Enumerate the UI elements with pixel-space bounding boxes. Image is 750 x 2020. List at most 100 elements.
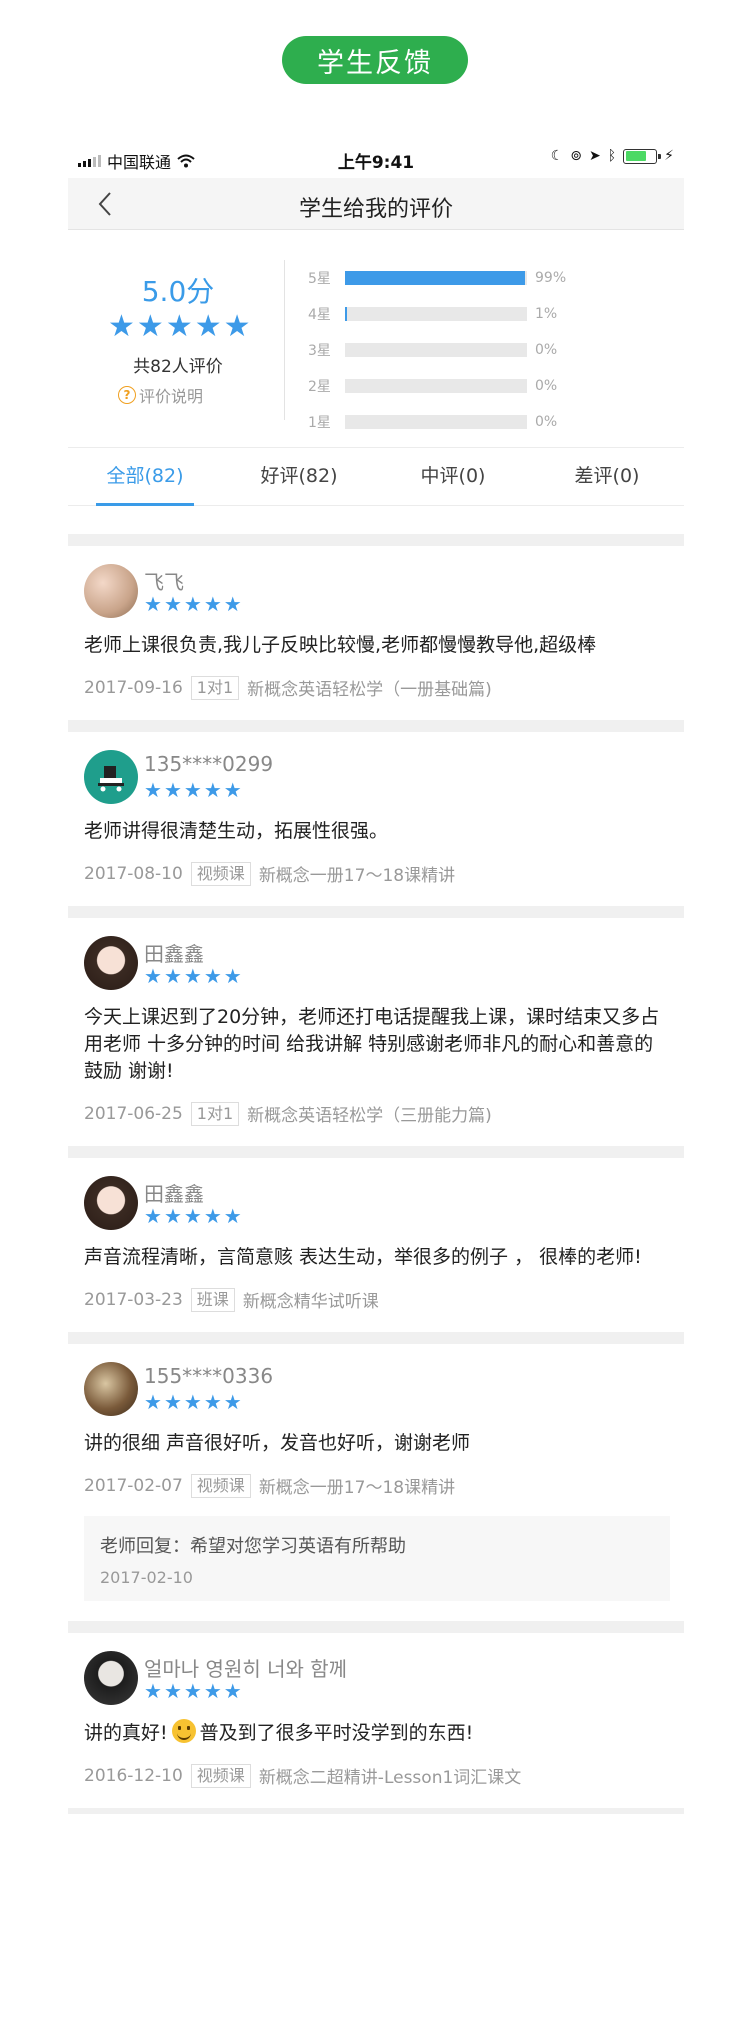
tab-positive[interactable]: 好评(82) bbox=[222, 448, 376, 505]
review-date: 2017-03-23 bbox=[84, 1289, 183, 1310]
distribution-row: 3星 0% bbox=[308, 332, 668, 368]
section-gap bbox=[68, 534, 684, 546]
rating-help-link[interactable]: ? 评价说明 bbox=[118, 383, 203, 407]
distribution-track bbox=[345, 343, 527, 357]
review-meta: 2017-03-23 班课 新概念精华试听课 bbox=[84, 1287, 670, 1312]
avatar[interactable] bbox=[84, 1362, 138, 1416]
teacher-reply: 老师回复：希望对您学习英语有所帮助 2017-02-10 bbox=[84, 1516, 670, 1601]
avatar[interactable] bbox=[84, 1651, 138, 1705]
review-text-start: 讲的真好! bbox=[84, 1722, 168, 1744]
distribution-label: 4星 bbox=[308, 307, 331, 323]
distribution-row: 2星 0% bbox=[308, 368, 668, 404]
reviewer-name: 飞飞 bbox=[144, 570, 184, 594]
star-icon: ★ bbox=[223, 309, 251, 344]
course-type-tag: 视频课 bbox=[190, 861, 251, 886]
review-stars: ★ ★ ★ ★ ★ bbox=[144, 1392, 242, 1412]
review-stars: ★ ★ ★ ★ ★ bbox=[144, 594, 242, 614]
review-item: 飞飞 ★ ★ ★ ★ ★ 老师上课很负责,我儿子反映比较慢,老师都慢慢教导他,超级棒 2… bbox=[68, 546, 684, 720]
score-stars: ★ ★ ★ ★ ★ bbox=[108, 312, 251, 342]
rating-summary: 5.0分 ★ ★ ★ ★ ★ 共82人评价 ? 评价说明 5星 99% 4星 1% 3星 bbox=[68, 230, 684, 448]
section-gap bbox=[68, 906, 684, 918]
avatar[interactable] bbox=[84, 936, 138, 990]
average-score: 5.0分 bbox=[141, 275, 215, 308]
distribution-row: 4星 1% bbox=[308, 296, 668, 332]
star-icon: ★ bbox=[183, 1204, 202, 1228]
course-type-tag: 视频课 bbox=[190, 1473, 251, 1498]
rating-help-label: 评价说明 bbox=[139, 387, 204, 406]
course-name[interactable]: 新概念二超精讲-Lesson1词汇课文 bbox=[259, 1763, 521, 1788]
status-bar: 中国联通 上午9:41 ☾ ⊚ ➤ ᛒ ⚡ bbox=[68, 140, 684, 178]
star-icon: ★ bbox=[223, 1204, 242, 1228]
star-icon: ★ bbox=[183, 592, 202, 616]
star-icon: ★ bbox=[108, 309, 135, 344]
poster-title-badge: 学生反馈 bbox=[282, 36, 468, 84]
course-type-tag: 视频课 bbox=[190, 1763, 251, 1788]
star-icon: ★ bbox=[203, 592, 222, 616]
star-icon: ★ bbox=[194, 309, 222, 344]
section-gap bbox=[68, 1808, 684, 1814]
distribution-track bbox=[345, 271, 527, 285]
review-date: 2017-09-16 bbox=[84, 677, 183, 698]
review-text: 今天上课迟到了20分钟，老师还打电话提醒我上课，课时结束又多占用老师 十多分钟的… bbox=[84, 1006, 660, 1082]
skate-icon bbox=[98, 766, 124, 792]
reviewer-name: 田鑫鑫 bbox=[144, 942, 204, 966]
distribution-label: 5星 bbox=[308, 271, 331, 287]
course-name[interactable]: 新概念英语轻松学（三册能力篇) bbox=[247, 1101, 492, 1126]
battery-icon bbox=[623, 148, 662, 164]
star-icon: ★ bbox=[144, 1390, 162, 1414]
review-stars: ★ ★ ★ ★ ★ bbox=[144, 1681, 242, 1701]
section-gap bbox=[68, 720, 684, 732]
distribution-percent: 0% bbox=[535, 378, 558, 394]
tab-neutral[interactable]: 中评(0) bbox=[376, 448, 530, 505]
section-gap bbox=[68, 1621, 684, 1633]
distribution-track bbox=[345, 307, 527, 321]
section-gap bbox=[68, 1332, 684, 1344]
location-icon: ➤ bbox=[589, 148, 601, 164]
review-header: 135****0299 ★ ★ ★ ★ ★ bbox=[84, 750, 670, 806]
status-right: ☾ ⊚ ➤ ᛒ ⚡ bbox=[551, 148, 674, 164]
star-icon: ★ bbox=[203, 964, 222, 988]
review-meta: 2017-09-16 1对1 新概念英语轻松学（一册基础篇) bbox=[84, 675, 670, 700]
charging-icon: ⚡ bbox=[664, 148, 674, 164]
lock-rotation-icon: ⊚ bbox=[570, 148, 583, 164]
tab-all[interactable]: 全部(82) bbox=[68, 448, 222, 506]
review-meta: 2016-12-10 视频课 新概念二超精讲-Lesson1词汇课文 bbox=[84, 1763, 670, 1788]
distribution-label: 2星 bbox=[308, 379, 331, 395]
review-text: 讲的很细 声音很好听，发音也好听，谢谢老师 bbox=[84, 1432, 471, 1454]
course-name[interactable]: 新概念一册17～18课精讲 bbox=[259, 1473, 455, 1498]
review-text: 老师上课很负责,我儿子反映比较慢,老师都慢慢教导他,超级棒 bbox=[84, 634, 597, 656]
tab-negative[interactable]: 差评(0) bbox=[530, 448, 684, 505]
bluetooth-icon: ᛒ bbox=[607, 148, 617, 164]
course-name[interactable]: 新概念精华试听课 bbox=[243, 1287, 379, 1312]
distribution-percent: 0% bbox=[535, 342, 558, 358]
star-icon: ★ bbox=[223, 964, 242, 988]
review-text-end: 普及到了很多平时没学到的东西! bbox=[199, 1722, 474, 1744]
star-icon: ★ bbox=[223, 592, 242, 616]
star-icon: ★ bbox=[144, 1204, 162, 1228]
star-icon: ★ bbox=[203, 1390, 222, 1414]
course-type-tag: 1对1 bbox=[190, 1101, 240, 1126]
star-icon: ★ bbox=[163, 592, 182, 616]
distribution-percent: 1% bbox=[535, 306, 558, 322]
course-name[interactable]: 新概念一册17～18课精讲 bbox=[259, 861, 455, 886]
avatar[interactable] bbox=[84, 750, 138, 804]
review-text: 老师讲得很清楚生动，拓展性很强。 bbox=[84, 820, 389, 842]
course-name[interactable]: 新概念英语轻松学（一册基础篇) bbox=[247, 675, 492, 700]
star-icon: ★ bbox=[183, 1390, 202, 1414]
review-date: 2016-12-10 bbox=[84, 1765, 183, 1786]
reviewer-name: 田鑫鑫 bbox=[144, 1182, 204, 1206]
avatar[interactable] bbox=[84, 564, 138, 618]
distribution-track bbox=[345, 379, 527, 393]
avatar[interactable] bbox=[84, 1176, 138, 1230]
phone-screen: 中国联通 上午9:41 ☾ ⊚ ➤ ᛒ ⚡ 学生给我的评价 5.0分 ★ ★ ★ ★ ★… bbox=[68, 140, 684, 1940]
review-date: 2017-02-07 bbox=[84, 1475, 183, 1496]
review-item: 얼마나 영원히 너와 함께 ★ ★ ★ ★ ★ 讲的真好! 普及到了很多平时没学到的东西!… bbox=[68, 1633, 684, 1808]
moon-icon: ☾ bbox=[550, 148, 564, 164]
review-date: 2017-08-10 bbox=[84, 863, 183, 884]
review-stars: ★ ★ ★ ★ ★ bbox=[144, 780, 242, 800]
review-meta: 2017-06-25 1对1 新概念英语轻松学（三册能力篇) bbox=[84, 1101, 670, 1126]
star-icon: ★ bbox=[223, 1679, 242, 1703]
review-meta: 2017-08-10 视频课 新概念一册17～18课精讲 bbox=[84, 861, 670, 886]
reviewer-name: 얼마나 영원히 너와 함께 bbox=[144, 1657, 348, 1681]
distribution-fill bbox=[345, 271, 526, 285]
